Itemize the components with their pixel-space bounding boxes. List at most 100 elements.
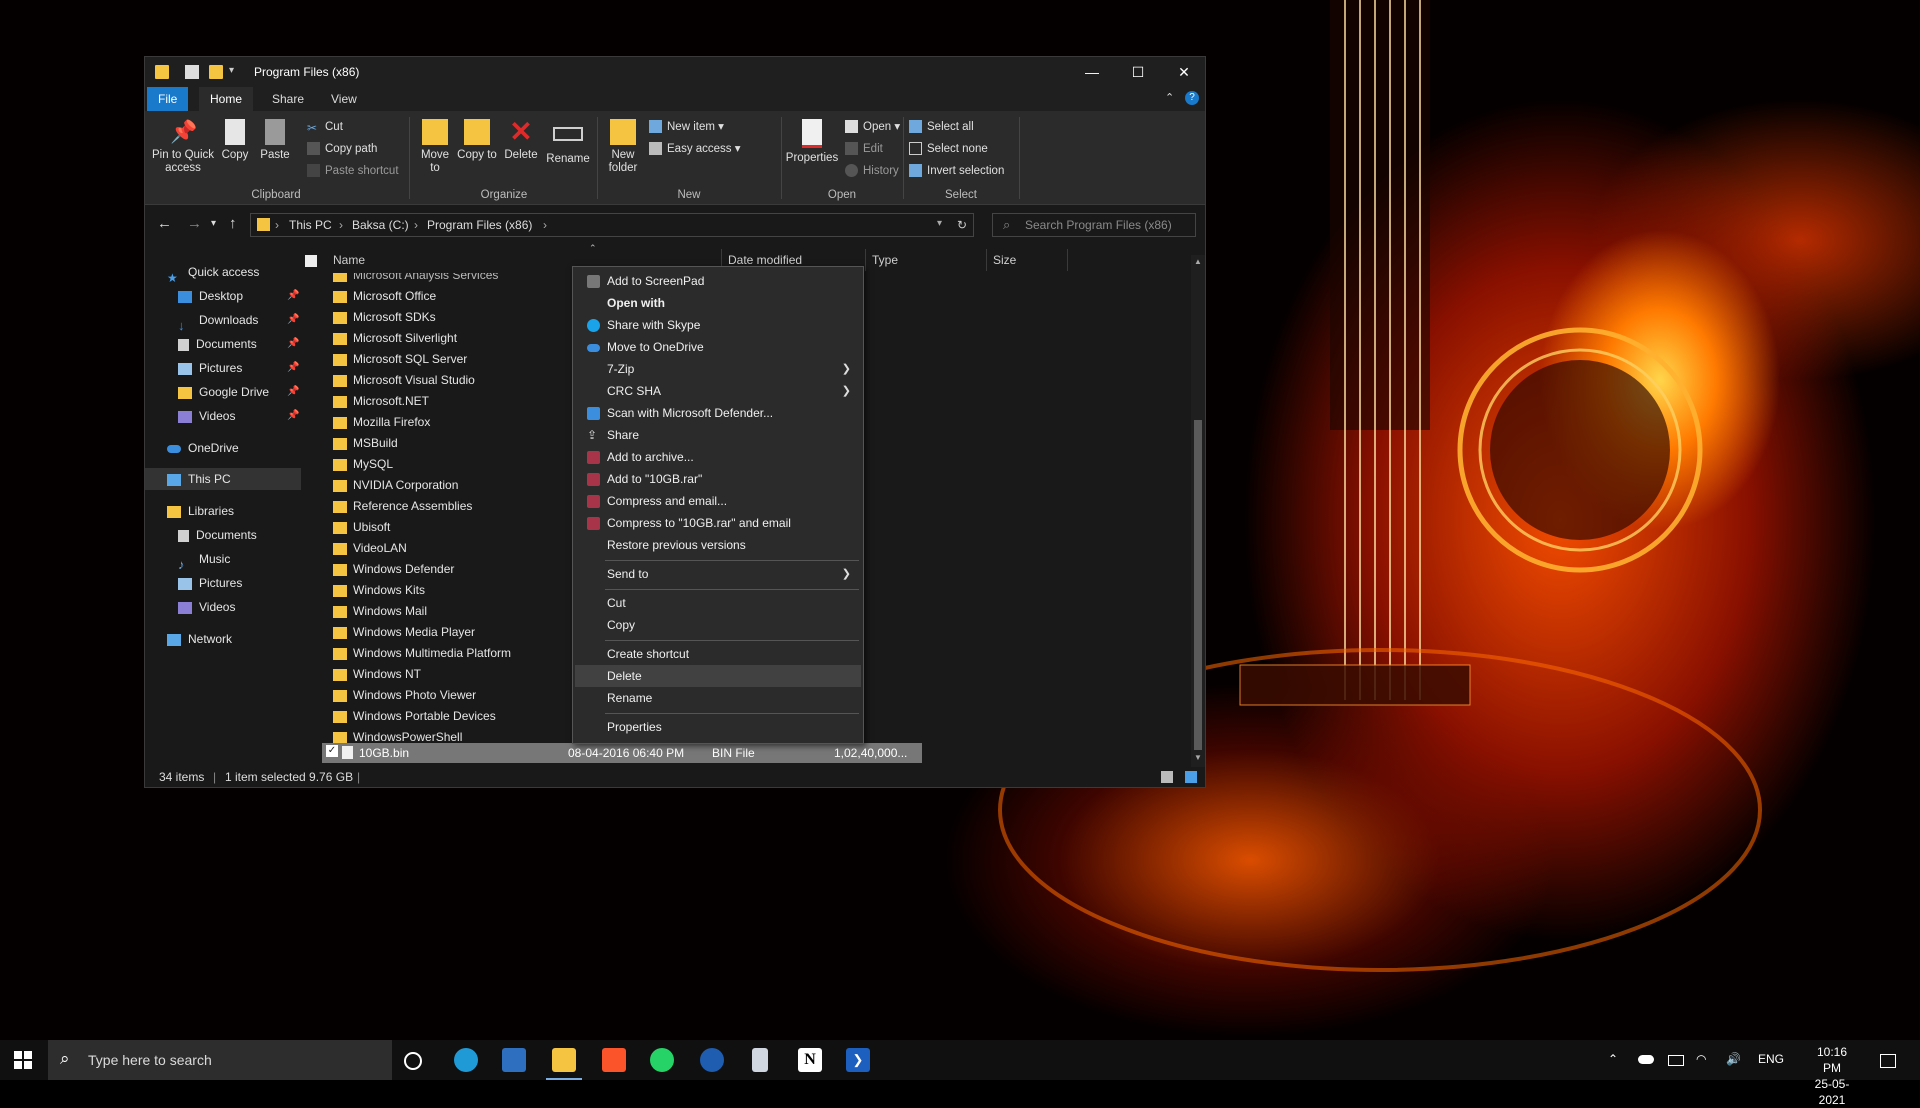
start-windows-icon[interactable] [14,1051,32,1069]
row-checkbox-checked-icon[interactable]: ✓ [326,745,338,757]
brave-browser-icon[interactable] [602,1048,626,1072]
details-view-icon[interactable] [1161,771,1173,783]
rename-button[interactable]: Rename [545,119,591,166]
tab-view[interactable]: View [320,87,368,111]
column-date-modified[interactable]: Date modified [728,253,802,267]
list-item[interactable]: Windows Defender [333,559,454,580]
nav-quick-access[interactable]: ★ Quick access [167,261,259,285]
list-item[interactable]: Mozilla Firefox [333,412,430,433]
tab-share[interactable]: Share [261,87,315,111]
nav-downloads[interactable]: ↓ Downloads [178,309,258,333]
list-item[interactable]: Windows Multimedia Platform [333,643,511,664]
nav-lib-music[interactable]: ♪ Music [178,548,230,572]
column-name[interactable]: Name [333,253,365,267]
list-item[interactable]: Microsoft Silverlight [333,328,457,349]
breadcrumb-this-pc[interactable]: This PC [289,218,332,232]
nav-desktop[interactable]: Desktop [178,285,243,307]
menu-item-crc-sha[interactable]: CRC SHA ❯ [575,380,861,402]
minimize-button[interactable]: — [1069,57,1115,87]
wifi-icon[interactable]: ◠ [1696,1052,1706,1066]
battery-icon[interactable] [1668,1055,1684,1066]
menu-item-create-shortcut[interactable]: Create shortcut [575,643,861,665]
nav-libraries[interactable]: Libraries [167,500,234,522]
scroll-down-icon[interactable]: ▼ [1194,753,1202,762]
menu-item-delete[interactable]: Delete [575,665,861,687]
delete-button[interactable]: ✕ Delete [501,118,541,162]
properties-quick-icon[interactable] [185,65,199,79]
customize-qat-chevron-icon[interactable]: ▾ [229,65,243,79]
app-circle-icon[interactable] [700,1048,724,1072]
menu-item-scan-defender[interactable]: Scan with Microsoft Defender... [575,402,861,424]
search-box[interactable]: ⌕ Search Program Files (x86) [992,213,1196,237]
menu-item-rename[interactable]: Rename [575,687,861,709]
list-item[interactable]: Windows Photo Viewer [333,685,476,706]
file-explorer-icon[interactable] [552,1048,576,1072]
list-item[interactable]: Windows Mail [333,601,427,622]
menu-item-open-with[interactable]: Open with [575,292,861,314]
edit-button[interactable]: Edit [845,141,883,157]
scroll-up-icon[interactable]: ▲ [1194,257,1202,266]
open-button[interactable]: Open ▾ [845,119,900,135]
recent-locations-chevron-icon[interactable]: ▾ [211,218,216,229]
list-item[interactable]: Microsoft Analysis Services [333,273,498,286]
tab-file[interactable]: File [147,87,189,111]
list-item[interactable]: MySQL [333,454,393,475]
column-separator[interactable] [1067,249,1068,271]
list-item[interactable]: Windows Kits [333,580,425,601]
pin-quick-access-button[interactable]: 📌 Pin to Quick access [151,119,215,175]
list-item[interactable]: Windows Media Player [333,622,475,643]
menu-item-add-rar[interactable]: Add to "10GB.rar" [575,468,861,490]
nav-pictures[interactable]: Pictures [178,357,242,379]
address-bar[interactable]: › This PC › Baksa (C:) › Program Files (… [250,213,974,237]
select-none-button[interactable]: Select none [909,141,988,157]
microsoft-store-icon[interactable] [502,1048,526,1072]
nav-google-drive[interactable]: Google Drive [178,381,269,403]
paste-shortcut-button[interactable]: Paste shortcut [307,163,399,179]
breadcrumb-program-files[interactable]: Program Files (x86) [427,218,532,232]
menu-item-properties[interactable]: Properties [575,716,861,738]
nav-network[interactable]: Network [167,628,232,650]
menu-item-copy[interactable]: Copy [575,614,861,636]
list-item[interactable]: NVIDIA Corporation [333,475,458,496]
vertical-scrollbar[interactable]: ▲ ▼ [1191,255,1205,767]
menu-item-7zip[interactable]: 7-Zip ❯ [575,358,861,380]
refresh-icon[interactable]: ↻ [957,218,967,232]
notifications-icon[interactable] [1880,1054,1896,1068]
new-folder-quick-icon[interactable] [209,65,223,79]
list-item[interactable]: Microsoft SDKs [333,307,436,328]
list-item[interactable]: VideoLAN [333,538,407,559]
column-size[interactable]: Size [993,253,1016,267]
list-item[interactable]: Ubisoft [333,517,390,538]
onedrive-tray-icon[interactable] [1638,1055,1654,1064]
copy-to-button[interactable]: Copy to [457,119,497,162]
list-item[interactable]: Reference Assemblies [333,496,472,517]
list-item[interactable]: Microsoft SQL Server [333,349,467,370]
clock[interactable]: 10:16 PM 25-05-2021 [1808,1044,1856,1108]
menu-item-restore-versions[interactable]: Restore previous versions [575,534,861,556]
cortana-circle-icon[interactable] [404,1052,422,1070]
winrar-taskbar-icon[interactable] [752,1048,768,1072]
menu-item-send-to[interactable]: Send to ❯ [575,563,861,585]
menu-item-compress-rar-email[interactable]: Compress to "10GB.rar" and email [575,512,861,534]
nav-videos[interactable]: Videos [178,405,235,427]
easy-access-button[interactable]: Easy access ▾ [649,141,741,157]
forward-arrow-icon[interactable]: → [187,215,202,232]
move-to-button[interactable]: Move to [415,119,455,175]
taskbar-search-box[interactable]: ⌕ Type here to search [48,1040,392,1080]
nav-lib-documents[interactable]: Documents [178,524,257,546]
menu-item-compress-email[interactable]: Compress and email... [575,490,861,512]
menu-item-add-archive[interactable]: Add to archive... [575,446,861,468]
copy-button[interactable]: Copy [217,119,253,162]
new-folder-button[interactable]: New folder [603,119,643,175]
copy-path-button[interactable]: Copy path [307,141,377,157]
nav-onedrive[interactable]: OneDrive [167,437,239,459]
language-indicator[interactable]: ENG [1758,1052,1784,1066]
select-all-button[interactable]: Select all [909,119,974,135]
whatsapp-icon[interactable] [650,1048,674,1072]
list-item[interactable]: Microsoft Visual Studio [333,370,475,391]
selected-file-row[interactable]: ✓ 10GB.bin 08-04-2016 06:40 PM BIN File … [322,743,922,763]
column-type[interactable]: Type [872,253,898,267]
properties-button[interactable]: Properties [785,119,839,165]
menu-item-share-skype[interactable]: Share with Skype [575,314,861,336]
list-item[interactable]: Windows Portable Devices [333,706,496,727]
